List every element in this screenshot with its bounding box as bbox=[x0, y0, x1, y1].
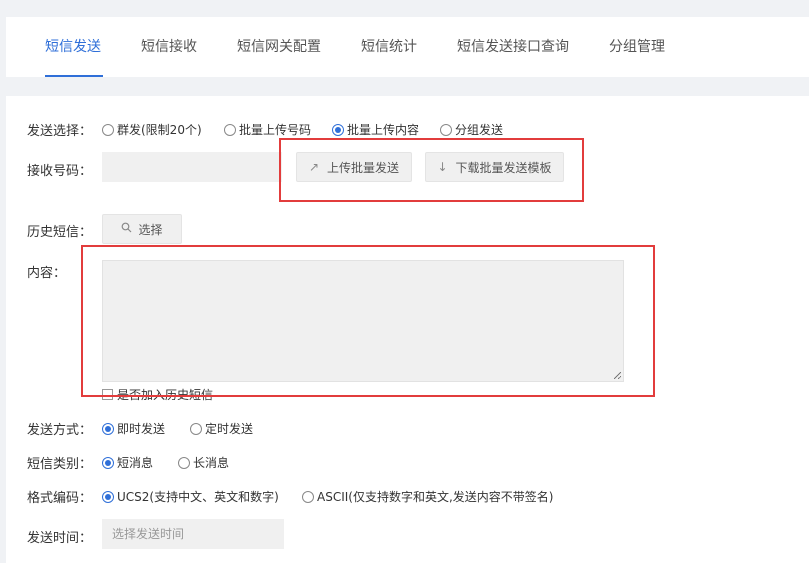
history-select-label: 选择 bbox=[138, 222, 163, 237]
radio-label: 分组发送 bbox=[455, 123, 504, 137]
upload-batch-label: 上传批量发送 bbox=[327, 160, 400, 175]
radio-circle bbox=[102, 456, 114, 469]
radio-circle bbox=[102, 490, 114, 503]
radio-send-scheduled[interactable]: 定时发送 bbox=[190, 420, 253, 437]
add-to-history-checkbox[interactable]: 是否加入历史短信 bbox=[102, 386, 213, 403]
radio-ascii[interactable]: ASCII(仅支持数字和英文,发送内容不带签名) bbox=[302, 488, 553, 505]
send-method-label: 发送方式： bbox=[27, 423, 93, 438]
radio-ucs2[interactable]: UCS2(支持中文、英文和数字) bbox=[102, 488, 279, 505]
send-time-input[interactable]: 选择发送时间 bbox=[102, 519, 284, 549]
send-time-label: 发送时间： bbox=[27, 531, 93, 546]
radio-circle bbox=[190, 422, 202, 435]
tab-sms-send[interactable]: 短信发送 bbox=[45, 17, 101, 77]
download-template-label: 下载批量发送模板 bbox=[455, 160, 552, 175]
content-textarea[interactable] bbox=[102, 260, 624, 382]
recipient-input[interactable] bbox=[102, 152, 282, 182]
history-label: 历史短信： bbox=[27, 225, 93, 240]
radio-label: 群发(限制20个) bbox=[117, 123, 202, 137]
radio-circle bbox=[440, 123, 452, 136]
radio-mass-send[interactable]: 群发(限制20个) bbox=[102, 121, 202, 138]
download-template-button[interactable]: ↓ 下载批量发送模板 bbox=[425, 152, 564, 182]
sms-send-form: 发送选择： 群发(限制20个) 批量上传号码 批量上传内容 分组发送 接收号码：… bbox=[6, 96, 809, 563]
checkbox-box bbox=[102, 389, 113, 400]
tab-sms-receive[interactable]: 短信接收 bbox=[141, 17, 197, 77]
add-to-history-label: 是否加入历史短信 bbox=[117, 388, 214, 402]
radio-label: 批量上传内容 bbox=[347, 123, 420, 137]
recipient-label: 接收号码： bbox=[27, 164, 93, 179]
arrow-up-right-icon: ↗ bbox=[308, 160, 320, 174]
radio-send-immediately[interactable]: 即时发送 bbox=[102, 420, 165, 437]
radio-circle bbox=[302, 490, 314, 503]
radio-label: 即时发送 bbox=[117, 422, 166, 436]
radio-long-message[interactable]: 长消息 bbox=[178, 454, 229, 471]
arrow-down-icon: ↓ bbox=[437, 160, 448, 174]
tab-gateway-config[interactable]: 短信网关配置 bbox=[237, 17, 321, 77]
history-select-button[interactable]: 选择 bbox=[102, 214, 182, 244]
active-tab-indicator bbox=[45, 75, 103, 77]
radio-label: UCS2(支持中文、英文和数字) bbox=[117, 490, 279, 504]
sms-type-label: 短信类别： bbox=[27, 457, 93, 472]
radio-batch-upload-numbers[interactable]: 批量上传号码 bbox=[224, 121, 311, 138]
radio-short-message[interactable]: 短消息 bbox=[102, 454, 153, 471]
radio-label: 定时发送 bbox=[205, 422, 254, 436]
radio-label: 长消息 bbox=[193, 456, 230, 470]
radio-label: 短消息 bbox=[117, 456, 154, 470]
radio-label: ASCII(仅支持数字和英文,发送内容不带签名) bbox=[317, 490, 554, 504]
tab-group-manage[interactable]: 分组管理 bbox=[609, 17, 665, 77]
radio-circle bbox=[178, 456, 190, 469]
radio-circle bbox=[332, 123, 344, 136]
resize-handle[interactable] bbox=[614, 372, 621, 379]
upload-batch-button[interactable]: ↗ 上传批量发送 bbox=[296, 152, 412, 182]
search-icon bbox=[121, 222, 132, 236]
tab-sms-stats[interactable]: 短信统计 bbox=[361, 17, 417, 77]
radio-group-send[interactable]: 分组发送 bbox=[440, 121, 503, 138]
tab-send-api-query[interactable]: 短信发送接口查询 bbox=[457, 17, 569, 77]
radio-circle bbox=[102, 422, 114, 435]
radio-label: 批量上传号码 bbox=[239, 123, 312, 137]
content-label: 内容： bbox=[27, 266, 67, 281]
radio-circle bbox=[102, 123, 114, 136]
tab-bar: 短信发送 短信接收 短信网关配置 短信统计 短信发送接口查询 分组管理 bbox=[6, 17, 809, 77]
radio-circle bbox=[224, 123, 236, 136]
encoding-label: 格式编码： bbox=[27, 491, 93, 506]
radio-batch-upload-content[interactable]: 批量上传内容 bbox=[332, 121, 419, 138]
send-select-label: 发送选择： bbox=[27, 124, 93, 139]
